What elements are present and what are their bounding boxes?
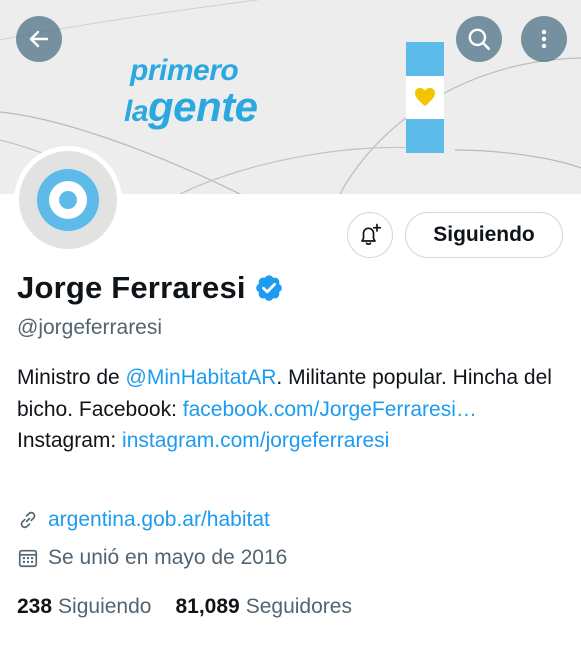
verified-badge-icon[interactable] [254,273,284,303]
argentina-flag [406,42,444,153]
notifications-button[interactable] [347,212,393,258]
following-stat[interactable]: 238 Siguiendo [17,595,151,619]
followers-stat[interactable]: 81,089 Seguidores [175,595,351,619]
link-icon [17,509,39,531]
calendar-icon [17,547,39,569]
profile-handle: @jorgeferraresi [17,316,163,339]
following-button[interactable]: Siguiendo [405,212,563,258]
bio-text-3: Instagram: [17,429,123,452]
profile-joined-text: Se unió en mayo de 2016 [48,546,288,569]
following-count: 238 [17,595,53,618]
search-button[interactable] [456,16,502,62]
profile-avatar[interactable] [14,146,122,254]
flag-top-stripe [406,42,444,76]
flag-bottom-stripe [406,119,444,153]
bio-mention-link[interactable]: @MinHabitatAR [126,366,277,389]
more-button[interactable] [521,16,567,62]
bell-plus-icon [361,223,382,245]
profile-stats: 238 Siguiendo 81,089 Seguidores [17,595,376,619]
profile-bio: Ministro de @MinHabitatAR. Militante pop… [17,362,562,457]
argentina-roundel-icon [37,169,99,231]
profile-name: Jorge Ferraresi [17,270,246,305]
following-label: Siguiendo [58,595,152,618]
bio-facebook-link[interactable]: facebook.com/​JorgeFerraresi… [183,398,477,421]
slogan-line-1: primero [130,54,239,87]
arrow-left-icon [29,30,49,48]
back-button[interactable] [16,16,62,62]
slogan-line-2-small: la [124,95,149,128]
more-vertical-icon [541,29,547,49]
profile-joined-row: Se unió en mayo de 2016 [17,546,287,570]
banner-slogan: primero lagente [124,56,258,128]
profile-website-row: argentina.gob.ar/habitat [17,508,270,532]
bio-text-1: Ministro de [17,366,126,389]
bio-instagram-link[interactable]: instagram.com/​jorgeferraresi [122,429,389,452]
followers-label: Seguidores [245,595,352,618]
slogan-line-2-big: gente [148,83,258,130]
search-icon [468,28,491,51]
heart-icon [415,87,435,107]
slogan-line-2: lagente [124,86,258,128]
profile-website-link[interactable]: argentina.gob.ar/habitat [48,508,270,532]
profile-name-row: Jorge Ferraresi [17,270,284,306]
avatar-image [19,151,117,249]
followers-count: 81,089 [175,595,240,618]
